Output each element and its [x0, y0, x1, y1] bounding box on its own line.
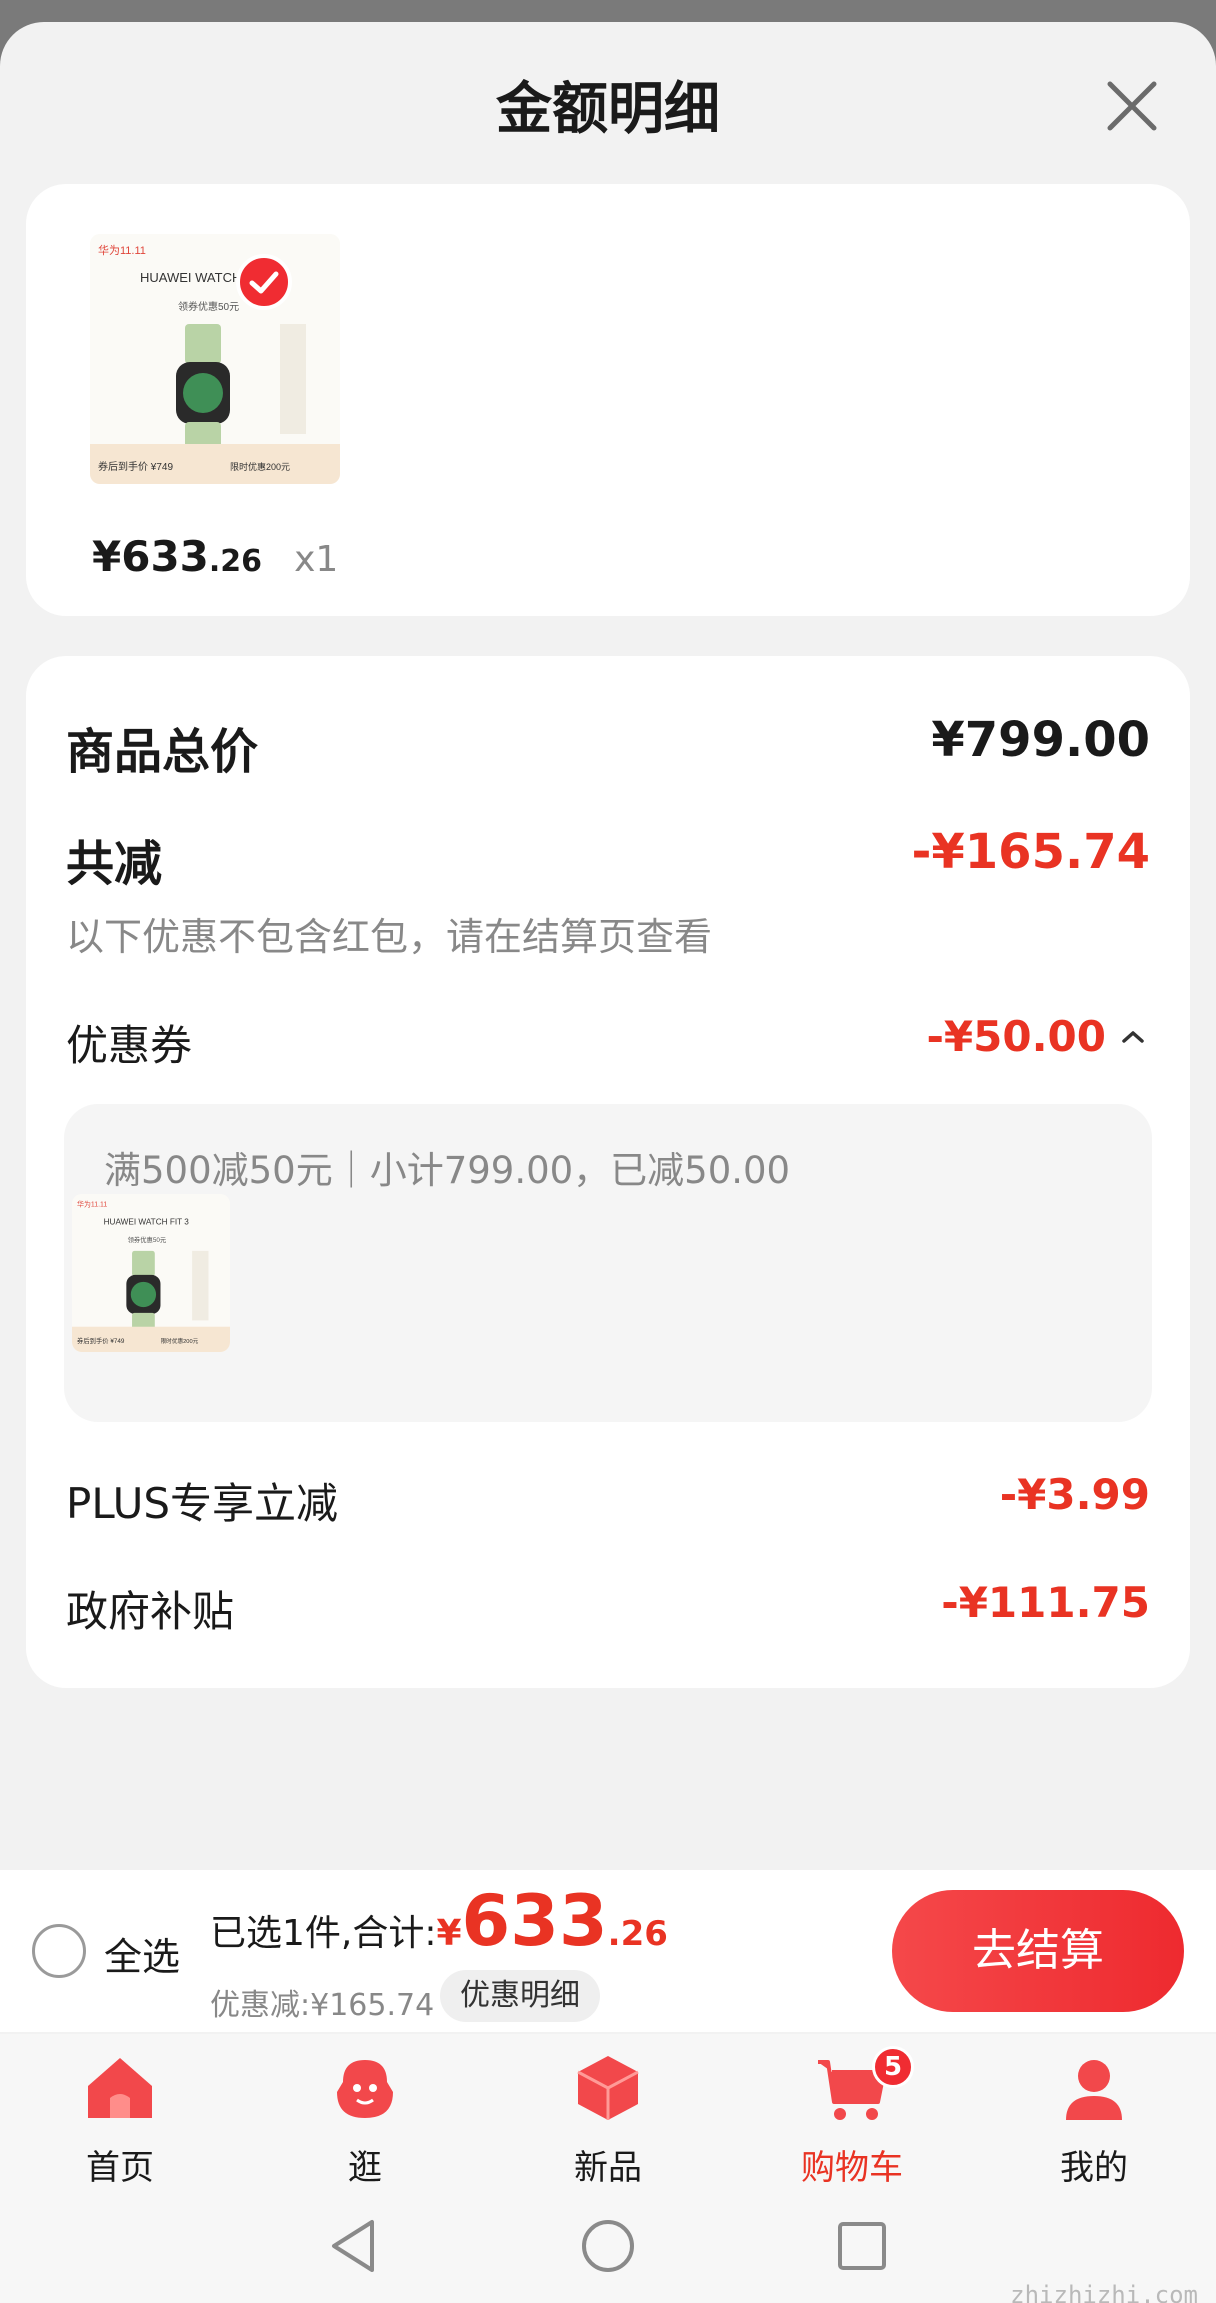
- plus-value: -¥3.99: [999, 1470, 1150, 1519]
- product-thumbnail[interactable]: 华为11.11 HUAWEI WATCH FIT 3 领券优惠50元 券后到手价…: [90, 234, 340, 484]
- tab-new[interactable]: 新品: [528, 2044, 688, 2194]
- coupon-label: 优惠券: [66, 1021, 193, 1070]
- coupon-product-thumbnail: 华为11.11 HUAWEI WATCH FIT 3 领券优惠50元 券后到手价…: [72, 1194, 230, 1352]
- order-summary: 已选1件,合计: ¥ 633 .26: [210, 1886, 668, 1956]
- back-icon[interactable]: [326, 2216, 382, 2276]
- select-all-label[interactable]: 全选: [104, 1926, 180, 1981]
- profile-icon: [1066, 2060, 1122, 2120]
- total-value: ¥799.00: [931, 712, 1150, 768]
- watch-image-icon: 华为11.11 HUAWEI WATCH FIT 3 领券优惠50元 券后到手价…: [90, 234, 340, 484]
- close-icon[interactable]: [1100, 74, 1164, 138]
- reduce-value: -¥165.74: [911, 824, 1150, 880]
- summary-label: 已选1件,合计:: [210, 1913, 437, 1954]
- browse-icon: [337, 2060, 393, 2118]
- price-detail-card: 商品总价 ¥799.00 共减 -¥165.74 以下优惠不包含红包，请在结算页…: [26, 656, 1190, 1688]
- tab-cart-label: 购物车: [801, 2148, 903, 2188]
- product-card: 华为11.11 HUAWEI WATCH FIT 3 领券优惠50元 券后到手价…: [26, 184, 1190, 616]
- amount-detail-sheet: 金额明细 华为11.11 HUAWEI WATCH FIT 3 领券优惠50元 …: [0, 22, 1216, 2303]
- tab-new-label: 新品: [574, 2148, 642, 2188]
- product-quantity: x1: [294, 539, 339, 580]
- svg-text:券后到手价 ¥749: 券后到手价 ¥749: [98, 460, 173, 473]
- tab-cart[interactable]: 5 购物车: [772, 2044, 932, 2194]
- select-all-radio[interactable]: [32, 1924, 86, 1978]
- reduce-note: 以下优惠不包含红包，请在结算页查看: [66, 915, 713, 959]
- svg-text:领券优惠50元: 领券优惠50元: [178, 300, 239, 313]
- summary-amount-integer: 633: [461, 1880, 608, 1962]
- tab-profile-label: 我的: [1060, 2148, 1128, 2188]
- summary-currency: ¥: [436, 1913, 462, 1954]
- chevron-up-icon: [1122, 1030, 1144, 1043]
- price-decimal: .26: [208, 544, 263, 579]
- sheet-header: 金额明细: [0, 22, 1216, 192]
- recent-apps-icon[interactable]: [832, 2216, 892, 2276]
- svg-text:限时优惠200元: 限时优惠200元: [230, 461, 290, 472]
- gov-subsidy-value: -¥111.75: [941, 1578, 1150, 1627]
- discount-text: 优惠减:¥165.74: [210, 1988, 435, 2023]
- plus-label: PLUS专享立减: [66, 1479, 339, 1528]
- home-circle-icon[interactable]: [578, 2216, 638, 2276]
- watch-image-icon: 华为11.11 HUAWEI WATCH FIT 3 领券优惠50元 券后到手价…: [72, 1194, 230, 1352]
- system-nav-bar: zhizhizhi.com: [0, 2194, 1216, 2303]
- cart-badge: 5: [872, 2046, 914, 2088]
- svg-text:华为11.11: 华为11.11: [98, 243, 146, 257]
- price-integer: ¥633: [92, 532, 209, 581]
- home-icon: [88, 2058, 152, 2118]
- checkout-bar: 全选 已选1件,合计: ¥ 633 .26 优惠减:¥165.74 优惠明细 去…: [0, 1870, 1216, 2032]
- tab-home[interactable]: 首页: [40, 2044, 200, 2194]
- product-price: ¥633 .26 x1: [92, 532, 338, 581]
- watermark: zhizhizhi.com: [1010, 2281, 1198, 2303]
- page-title: 金额明细: [496, 77, 720, 142]
- selected-check-icon[interactable]: [236, 254, 292, 310]
- reduce-label: 共减: [66, 836, 163, 892]
- new-product-icon: [577, 2056, 639, 2120]
- tab-home-label: 首页: [86, 2148, 154, 2188]
- gov-subsidy-label: 政府补贴: [66, 1587, 235, 1636]
- tab-browse-label: 逛: [348, 2148, 382, 2188]
- summary-amount-decimal: .26: [607, 1914, 668, 1954]
- tab-browse[interactable]: 逛: [285, 2044, 445, 2194]
- coupon-toggle[interactable]: -¥50.00: [926, 1012, 1150, 1061]
- checkout-button[interactable]: 去结算: [892, 1890, 1184, 2012]
- bottom-tab-bar: 首页 逛 新品 5 购物车 我的: [0, 2034, 1216, 2194]
- tab-profile[interactable]: 我的: [1014, 2044, 1174, 2194]
- total-label: 商品总价: [66, 724, 259, 780]
- svg-text:HUAWEI WATCH FIT 3: HUAWEI WATCH FIT 3: [104, 1217, 190, 1226]
- coupon-rule: 满500减50元｜小计799.00，已减50.00: [104, 1149, 791, 1192]
- coupon-value: -¥50.00: [926, 1012, 1106, 1061]
- discount-detail-button[interactable]: 优惠明细: [440, 1970, 600, 2022]
